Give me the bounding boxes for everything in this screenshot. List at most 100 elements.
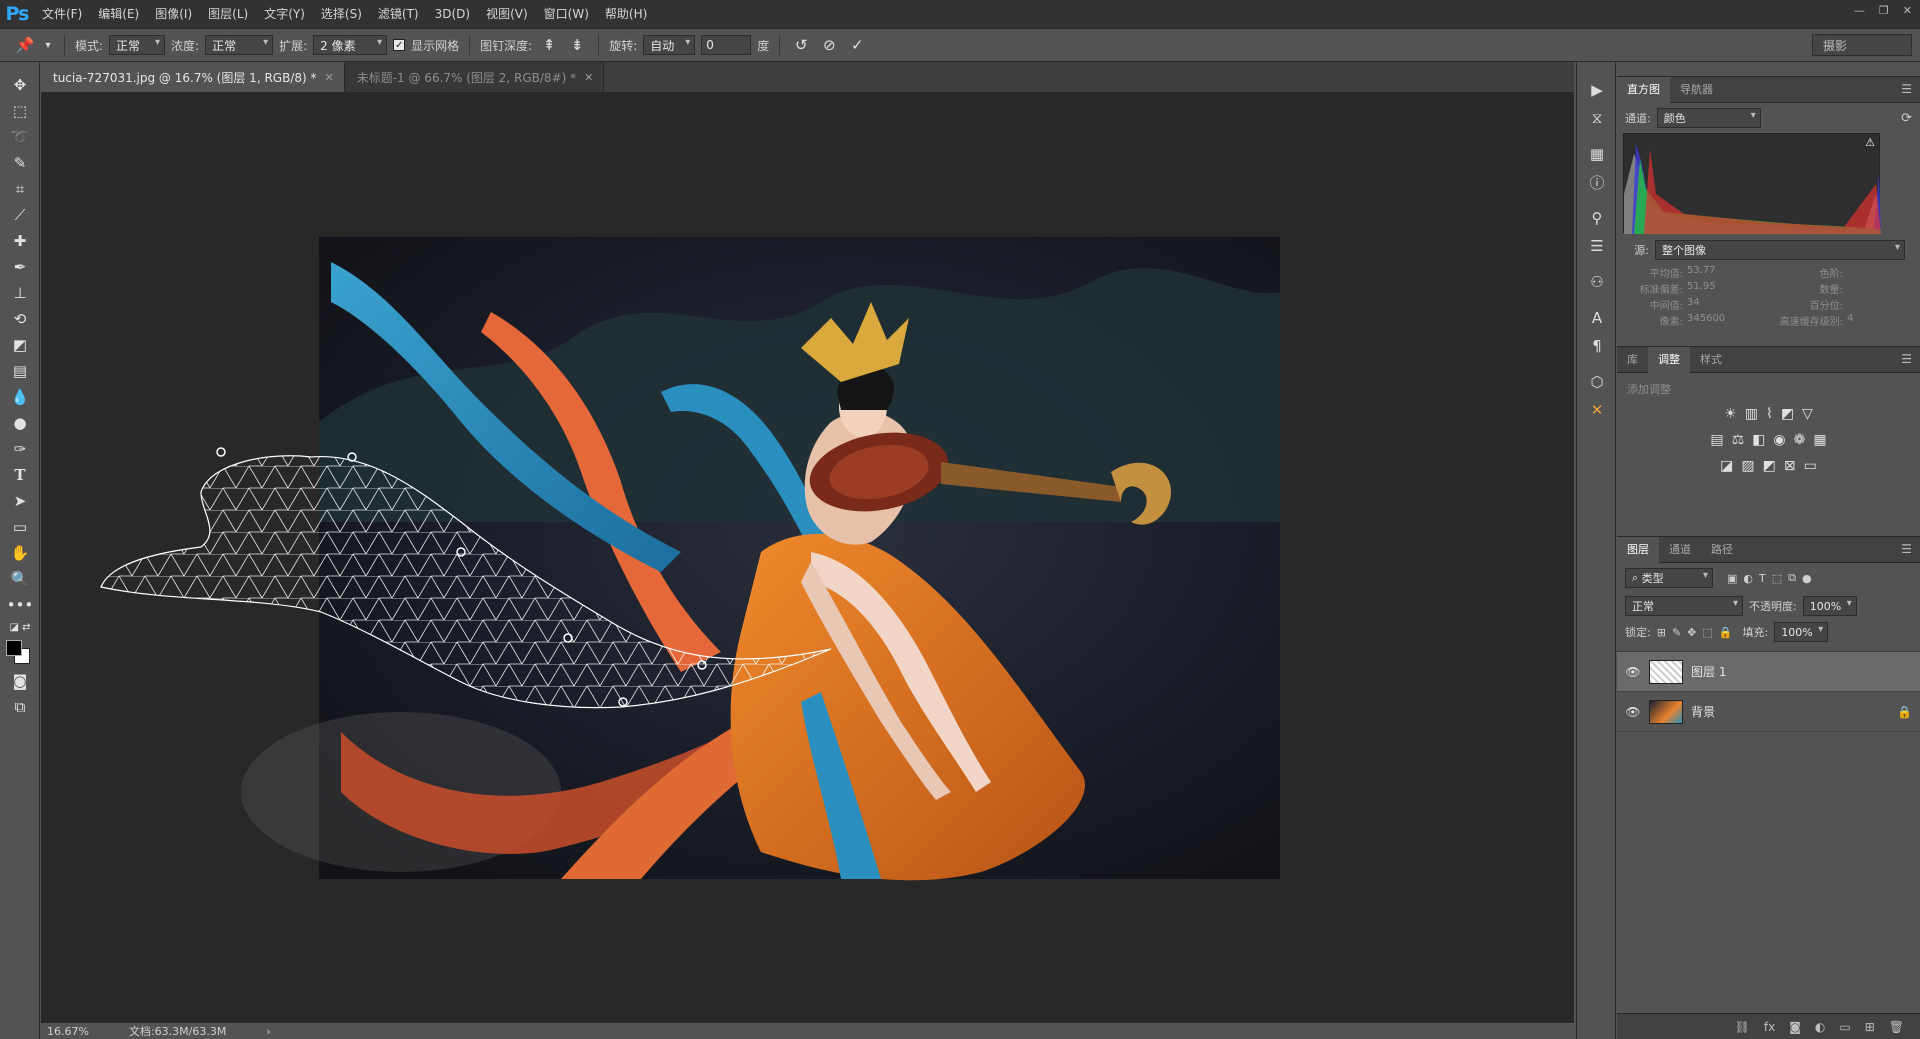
info-icon[interactable]: ⓘ: [1577, 168, 1617, 196]
layer-row-layer1[interactable]: 👁 图层 1: [1617, 652, 1920, 692]
close-icon[interactable]: ✕: [325, 71, 334, 84]
filter-smart-object-icon[interactable]: ⧉: [1788, 571, 1796, 585]
menu-image[interactable]: 图像(I): [147, 0, 200, 28]
density-select[interactable]: 正常: [205, 35, 274, 55]
tool-presets-icon[interactable]: ✕: [1577, 396, 1617, 424]
visibility-eye-icon[interactable]: 👁: [1625, 665, 1641, 679]
tab-histogram[interactable]: 直方图: [1617, 76, 1670, 103]
clone-stamp-tool-icon[interactable]: ⊥: [0, 280, 40, 306]
lock-transparent-icon[interactable]: ⊞: [1657, 626, 1666, 639]
tab-libraries[interactable]: 库: [1617, 347, 1648, 373]
gradient-map-icon[interactable]: ▭: [1804, 458, 1817, 474]
close-button[interactable]: ✕: [1903, 4, 1912, 17]
reset-icon[interactable]: ↺: [790, 36, 812, 54]
tab-navigator[interactable]: 导航器: [1670, 77, 1723, 103]
angle-input[interactable]: 0: [701, 35, 752, 55]
marquee-tool-icon[interactable]: ⬚: [0, 98, 40, 124]
filter-shape-icon[interactable]: ⬚: [1772, 572, 1782, 585]
invert-icon[interactable]: ◪: [1720, 458, 1733, 474]
foreground-color-swatch[interactable]: [6, 640, 22, 656]
hand-tool-icon[interactable]: ✋: [0, 540, 40, 566]
threshold-icon[interactable]: ◩: [1763, 458, 1776, 474]
menu-edit[interactable]: 编辑(E): [90, 0, 147, 28]
fill-input[interactable]: 100%: [1774, 622, 1829, 642]
new-layer-icon[interactable]: ⊞: [1865, 1020, 1875, 1034]
zoom-level[interactable]: 16.67%: [47, 1025, 89, 1038]
link-layers-icon[interactable]: ⛓: [1735, 1020, 1750, 1034]
panel-menu-icon[interactable]: ☰: [1901, 352, 1912, 366]
3d-icon[interactable]: ⬡: [1577, 368, 1617, 396]
quick-mask-icon[interactable]: ◙: [0, 668, 40, 694]
color-balance-icon[interactable]: ⚖: [1732, 432, 1745, 448]
selective-color-icon[interactable]: ⊠: [1784, 458, 1796, 474]
quick-select-tool-icon[interactable]: ✎: [0, 150, 40, 176]
gradient-tool-icon[interactable]: ▤: [0, 358, 40, 384]
opacity-input[interactable]: 100%: [1802, 596, 1857, 616]
filter-pixel-icon[interactable]: ▣: [1727, 572, 1737, 585]
properties-icon[interactable]: ▦: [1577, 140, 1617, 168]
curves-icon[interactable]: ⌇: [1766, 406, 1773, 422]
menu-select[interactable]: 选择(S): [313, 0, 370, 28]
screen-mode-icon[interactable]: ⧉: [0, 694, 40, 720]
menu-view[interactable]: 视图(V): [478, 0, 536, 28]
menu-3d[interactable]: 3D(D): [427, 0, 478, 28]
layer-style-icon[interactable]: fx: [1764, 1020, 1775, 1034]
lock-artboard-icon[interactable]: ⬚: [1702, 626, 1712, 639]
menu-filter[interactable]: 滤镜(T): [370, 0, 427, 28]
filter-adjustment-icon[interactable]: ◐: [1743, 572, 1753, 585]
expand-select[interactable]: 2 像素: [313, 35, 388, 55]
play-actions-icon[interactable]: ▶: [1577, 76, 1617, 104]
canvas-image[interactable]: [41, 92, 1574, 1022]
pin-backward-icon[interactable]: ⇟: [566, 36, 588, 54]
photo-filter-icon[interactable]: ◉: [1773, 432, 1785, 448]
status-menu-arrow[interactable]: ›: [266, 1025, 270, 1038]
filter-type-icon[interactable]: T: [1759, 572, 1766, 585]
path-selection-tool-icon[interactable]: ➤: [0, 488, 40, 514]
paragraph-icon[interactable]: ¶: [1577, 332, 1617, 360]
blur-tool-icon[interactable]: 💧: [0, 384, 40, 410]
move-tool-icon[interactable]: ✥: [0, 72, 40, 98]
tab-styles[interactable]: 样式: [1690, 347, 1732, 373]
brightness-icon[interactable]: ☀: [1724, 406, 1737, 422]
menu-type[interactable]: 文字(Y): [256, 0, 313, 28]
lock-image-icon[interactable]: ✎: [1672, 626, 1681, 639]
add-mask-icon[interactable]: ◙: [1789, 1020, 1801, 1034]
menu-layer[interactable]: 图层(L): [200, 0, 256, 28]
shape-tool-icon[interactable]: ▭: [0, 514, 40, 540]
rotate-select[interactable]: 自动: [643, 35, 696, 55]
posterize-icon[interactable]: ▨: [1741, 458, 1754, 474]
swap-colors-icon[interactable]: ◪ ⇄: [0, 618, 40, 636]
pin-forward-icon[interactable]: ⇞: [538, 36, 560, 54]
restore-button[interactable]: ❐: [1879, 4, 1889, 17]
color-lookup-icon[interactable]: ▦: [1813, 432, 1826, 448]
menu-file[interactable]: 文件(F): [34, 0, 90, 28]
healing-brush-tool-icon[interactable]: ✚: [0, 228, 40, 254]
zoom-tool-icon[interactable]: 🔍: [0, 566, 40, 592]
brush-tool-icon[interactable]: ✒: [0, 254, 40, 280]
black-white-icon[interactable]: ◧: [1752, 432, 1765, 448]
lock-position-icon[interactable]: ✥: [1687, 626, 1696, 639]
menu-help[interactable]: 帮助(H): [597, 0, 655, 28]
blend-mode-select[interactable]: 正常: [1625, 596, 1743, 616]
panel-menu-icon[interactable]: ☰: [1901, 542, 1912, 556]
show-mesh-checkbox[interactable]: ✓: [393, 39, 406, 51]
eyedropper-tool-icon[interactable]: ⟋: [0, 202, 40, 228]
layer-kind-select[interactable]: ⌕ 类型: [1625, 568, 1713, 588]
type-tool-icon[interactable]: T: [0, 462, 40, 488]
refresh-icon[interactable]: ⟳: [1901, 111, 1912, 126]
history-brush-tool-icon[interactable]: ⟲: [0, 306, 40, 332]
pen-tool-icon[interactable]: ✑: [0, 436, 40, 462]
menu-window[interactable]: 窗口(W): [536, 0, 597, 28]
lock-all-icon[interactable]: 🔒: [1719, 626, 1733, 639]
channel-select[interactable]: 颜色: [1656, 108, 1761, 128]
cancel-icon[interactable]: ⊘: [818, 36, 840, 54]
mode-select[interactable]: 正常: [109, 35, 166, 55]
dodge-tool-icon[interactable]: ●: [0, 410, 40, 436]
exposure-icon[interactable]: ◩: [1781, 406, 1794, 422]
brushes-icon[interactable]: ⚲: [1577, 204, 1617, 232]
channel-mixer-icon[interactable]: ❁: [1794, 432, 1806, 448]
warning-icon[interactable]: ⚠: [1865, 136, 1875, 149]
color-swatches[interactable]: [0, 636, 40, 668]
hue-saturation-icon[interactable]: ▤: [1710, 432, 1723, 448]
tab-document-1[interactable]: tucia-727031.jpg @ 16.7% (图层 1, RGB/8) *…: [41, 62, 345, 92]
